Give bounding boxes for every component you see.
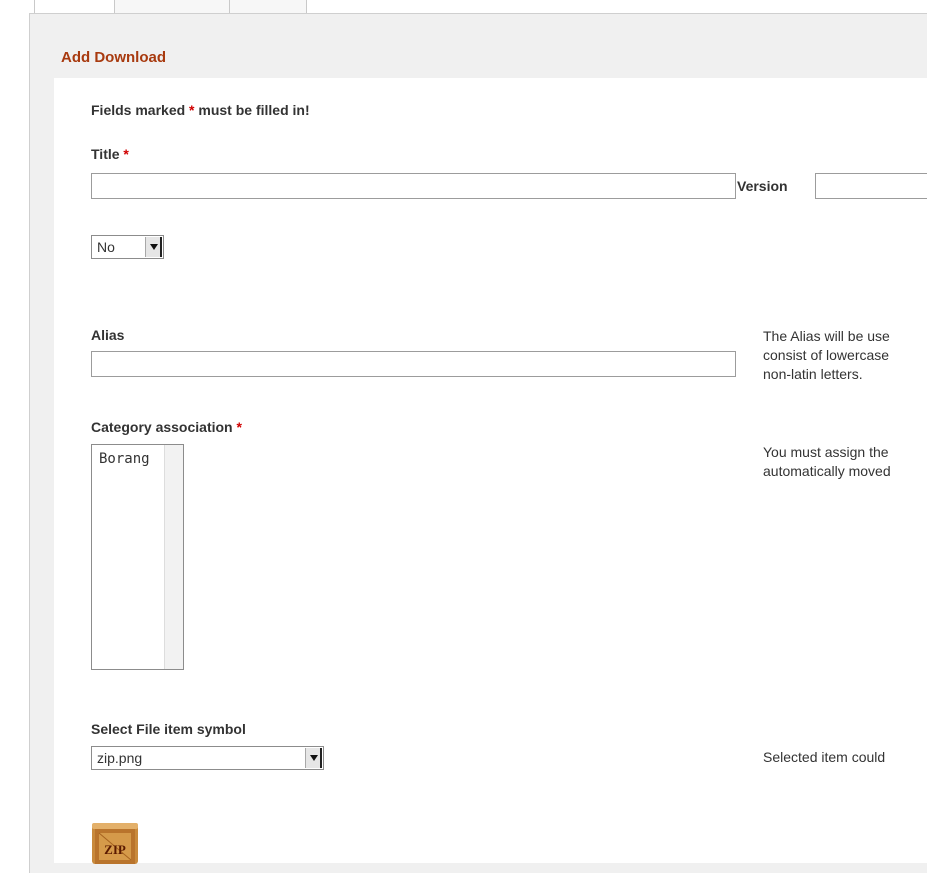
form-legend: Add Download <box>61 49 166 66</box>
tab-second[interactable] <box>114 0 231 14</box>
zip-file-icon: ZIP <box>92 823 138 864</box>
listbox-scrollbar[interactable] <box>164 445 183 669</box>
chevron-down-icon[interactable] <box>305 748 322 768</box>
tab-strip <box>0 0 927 14</box>
alias-label: Alias <box>91 327 125 343</box>
title-input[interactable] <box>91 173 736 199</box>
alias-help-line: The Alias will be use <box>763 328 890 344</box>
alias-help-line: consist of lowercase <box>763 347 890 363</box>
alias-help: The Alias will be use consist of lowerca… <box>763 327 890 384</box>
alias-help-line: non-latin letters. <box>763 366 863 382</box>
version-input[interactable] <box>815 173 927 199</box>
title-label-text: Title <box>91 146 120 162</box>
version-label: Version <box>737 178 788 194</box>
zip-label: ZIP <box>104 842 126 857</box>
yesno-select[interactable]: No <box>91 235 164 259</box>
required-star: * <box>189 102 195 118</box>
chevron-down-icon[interactable] <box>145 237 162 257</box>
required-note-suffix: must be filled in! <box>198 102 310 118</box>
file-symbol-help: Selected item could <box>763 749 886 765</box>
category-option-borang[interactable]: Borang <box>99 451 150 467</box>
category-listbox[interactable]: Borang <box>91 444 184 670</box>
required-star: * <box>123 146 129 162</box>
yesno-select-value: No <box>97 239 115 255</box>
category-label-text: Category association <box>91 419 233 435</box>
title-label: Title * <box>91 146 129 162</box>
file-symbol-select[interactable]: zip.png <box>91 746 324 770</box>
required-note-prefix: Fields marked <box>91 102 186 118</box>
category-help: You must assign the automatically moved <box>763 443 891 481</box>
required-star: * <box>236 419 242 435</box>
category-help-line: automatically moved <box>763 463 891 479</box>
file-symbol-select-value: zip.png <box>97 750 143 766</box>
category-label: Category association * <box>91 419 242 435</box>
tab-third[interactable] <box>229 0 307 14</box>
required-note: Fields marked * must be filled in! <box>91 102 310 118</box>
tab-active[interactable] <box>34 0 116 14</box>
file-symbol-label: Select File item symbol <box>91 721 246 737</box>
category-help-line: You must assign the <box>763 444 889 460</box>
alias-input[interactable] <box>91 351 736 377</box>
